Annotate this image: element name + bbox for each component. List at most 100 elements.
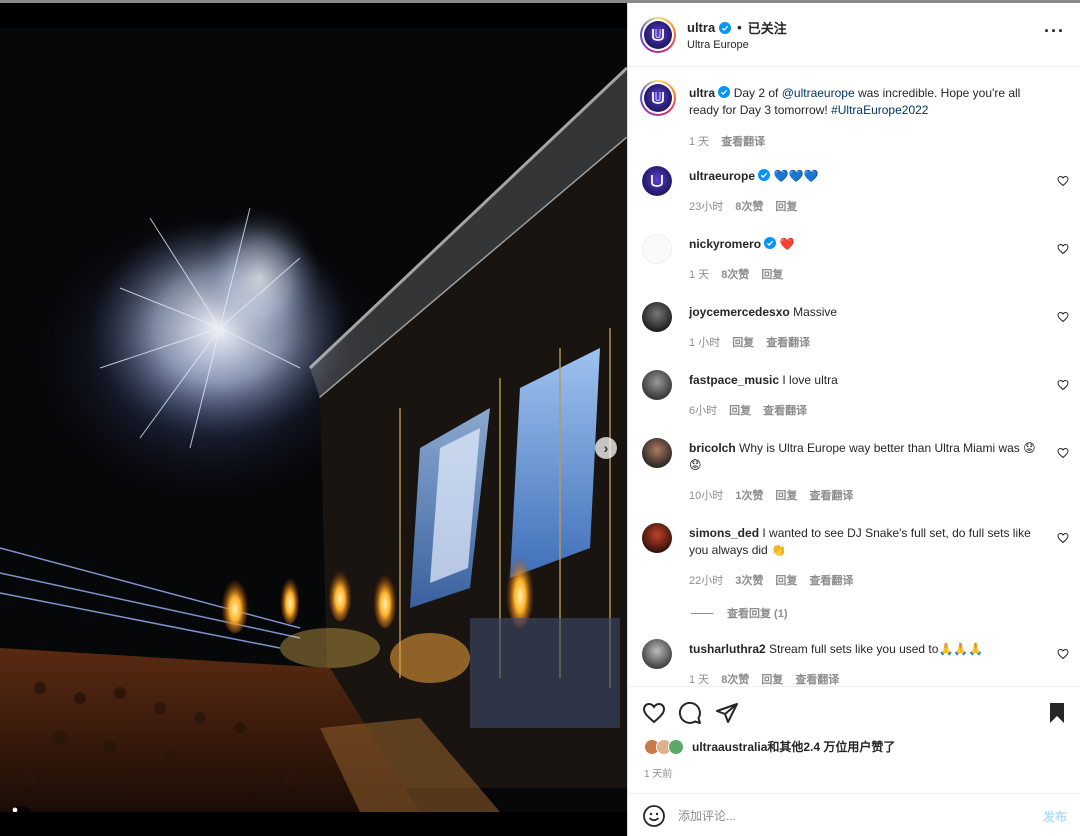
- post-timestamp: 1 天前: [644, 769, 673, 780]
- comment-meta: 1 小时 回复 查看翻译: [689, 334, 810, 350]
- caption-hashtag-link[interactable]: #UltraEurope2022: [831, 103, 928, 117]
- author-username[interactable]: ultra: [687, 20, 715, 35]
- comment-reply-button[interactable]: 回复: [775, 198, 797, 214]
- liker-avatar: [668, 738, 684, 755]
- verified-badge-icon: [758, 169, 771, 181]
- liker-avatars: [644, 738, 684, 755]
- comment-like-heart-icon[interactable]: [1057, 532, 1069, 544]
- caption-text: ultra Day 2 of @ultraeurope was incredib…: [689, 85, 1044, 119]
- commenter-avatar[interactable]: [642, 639, 672, 669]
- likes-summary[interactable]: ultraaustralia和其他2.4 万位用户赞了: [644, 738, 895, 755]
- comment-meta: 1 天 8次赞 回复: [689, 266, 783, 282]
- post-actions: ultraaustralia和其他2.4 万位用户赞了 1 天前: [628, 686, 1080, 786]
- comment-reply-button[interactable]: 回复: [732, 334, 754, 350]
- smiley-icon[interactable]: [642, 804, 666, 828]
- comment-like-heart-icon[interactable]: [1057, 447, 1069, 459]
- separator-dot: •: [737, 20, 742, 35]
- heart-outline-icon[interactable]: [642, 701, 666, 725]
- post-location[interactable]: Ultra Europe: [687, 39, 749, 51]
- likes-text: ultraaustralia和其他2.4 万位用户赞了: [692, 740, 896, 754]
- comment-reply-button[interactable]: 回复: [775, 487, 797, 503]
- commenter-avatar[interactable]: [642, 234, 672, 264]
- comment-like-heart-icon[interactable]: [1057, 175, 1069, 187]
- instagram-post-dialog: › ultra • 已关注 Ultra Europe ··· ultra Day…: [0, 0, 1080, 836]
- comment-time: 22小时: [689, 575, 724, 587]
- comment-username[interactable]: fastpace_music: [689, 373, 779, 387]
- comment-likes-count[interactable]: 8次赞: [735, 198, 763, 214]
- comment-reply-button[interactable]: 回复: [729, 402, 751, 418]
- comment-username[interactable]: simons_ded: [689, 526, 759, 540]
- commenter-avatar[interactable]: [642, 302, 672, 332]
- comment-text: 💙💙💙: [773, 169, 819, 183]
- comment-text: Massive: [793, 305, 838, 319]
- comment-time: 1 天: [689, 269, 710, 281]
- comment-likes-count[interactable]: 1次赞: [735, 487, 763, 503]
- comment-time: 10小时: [689, 490, 724, 502]
- view-replies-line: [691, 612, 713, 614]
- caption-avatar[interactable]: [640, 80, 676, 116]
- verified-badge-icon: [718, 86, 731, 98]
- author-line: ultra • 已关注: [687, 18, 787, 37]
- follow-state-button[interactable]: 已关注: [748, 18, 787, 37]
- comment-username[interactable]: ultraeurope: [689, 169, 755, 183]
- comment-username[interactable]: tusharluthra2: [689, 642, 766, 656]
- bookmark-filled-icon[interactable]: [1045, 701, 1069, 725]
- carousel-next-button[interactable]: ›: [595, 437, 617, 459]
- add-comment-bar: 发布: [628, 793, 1080, 836]
- see-translation-button[interactable]: 查看翻译: [809, 487, 853, 503]
- author-avatar[interactable]: [640, 17, 676, 53]
- view-replies-button[interactable]: 查看回复 (1): [691, 605, 788, 621]
- comment-like-heart-icon[interactable]: [1057, 379, 1069, 391]
- comment-body: bricolch Why is Ultra Europe way better …: [689, 440, 1044, 474]
- more-options-button[interactable]: ···: [1044, 22, 1065, 40]
- comment-likes-count[interactable]: 3次赞: [735, 572, 763, 588]
- ultra-logo-icon: [652, 92, 664, 104]
- comment-username[interactable]: nickyromero: [689, 237, 761, 251]
- caption-username[interactable]: ultra: [689, 86, 715, 100]
- commenter-avatar[interactable]: [642, 166, 672, 196]
- caption-mention-link[interactable]: @ultraeurope: [782, 86, 855, 100]
- comment-like-heart-icon[interactable]: [1057, 243, 1069, 255]
- post-header: ultra • 已关注 Ultra Europe ···: [628, 3, 1080, 67]
- comment-input[interactable]: [678, 804, 1018, 828]
- post-comment-button[interactable]: 发布: [1043, 808, 1067, 825]
- see-translation-button[interactable]: 查看翻译: [809, 572, 853, 588]
- post-photo[interactable]: ›: [0, 28, 627, 812]
- comment-body: simons_ded I wanted to see DJ Snake's fu…: [689, 525, 1044, 559]
- verified-badge-icon: [764, 237, 777, 249]
- more-horizontal-icon: ···: [1044, 21, 1065, 41]
- comment-like-heart-icon[interactable]: [1057, 648, 1069, 660]
- comment-body: joycemercedesxo Massive: [689, 304, 1044, 321]
- comment-meta: 10小时 1次赞 回复 查看翻译: [689, 487, 853, 503]
- comment-likes-count[interactable]: 8次赞: [721, 671, 749, 687]
- paper-plane-icon[interactable]: [715, 701, 739, 725]
- comment-username[interactable]: joycemercedesxo: [689, 305, 790, 319]
- caption-text-part: Day 2 of: [733, 86, 782, 100]
- commenter-avatar[interactable]: [642, 523, 672, 553]
- comment-body: fastpace_music I love ultra: [689, 372, 1044, 389]
- comment-time: 1 天: [689, 674, 710, 686]
- concert-stage-image: [0, 28, 627, 812]
- view-replies-label: 查看回复 (1): [727, 608, 788, 620]
- chevron-right-icon: ›: [603, 440, 609, 456]
- comment-bubble-icon[interactable]: [678, 701, 702, 725]
- caption-meta: 1 天 查看翻译: [689, 133, 765, 149]
- comment-reply-button[interactable]: 回复: [761, 671, 783, 687]
- comment-likes-count[interactable]: 8次赞: [721, 266, 749, 282]
- commenter-avatar[interactable]: [642, 438, 672, 468]
- see-translation-button[interactable]: 查看翻译: [766, 334, 810, 350]
- comment-body: tusharluthra2 Stream full sets like you …: [689, 641, 1044, 658]
- comment-like-heart-icon[interactable]: [1057, 311, 1069, 323]
- ultra-logo-icon: [651, 175, 663, 187]
- comment-reply-button[interactable]: 回复: [775, 572, 797, 588]
- comment-meta: 6小时 回复 查看翻译: [689, 402, 807, 418]
- comment-time: 23小时: [689, 201, 724, 213]
- comments-list[interactable]: ultra Day 2 of @ultraeurope was incredib…: [628, 68, 1080, 688]
- commenter-avatar[interactable]: [642, 370, 672, 400]
- comment-meta: 1 天 8次赞 回复 查看翻译: [689, 671, 839, 687]
- see-translation-button[interactable]: 查看翻译: [763, 402, 807, 418]
- comment-reply-button[interactable]: 回复: [761, 266, 783, 282]
- comment-username[interactable]: bricolch: [689, 441, 736, 455]
- see-translation-button[interactable]: 查看翻译: [721, 133, 765, 149]
- see-translation-button[interactable]: 查看翻译: [795, 671, 839, 687]
